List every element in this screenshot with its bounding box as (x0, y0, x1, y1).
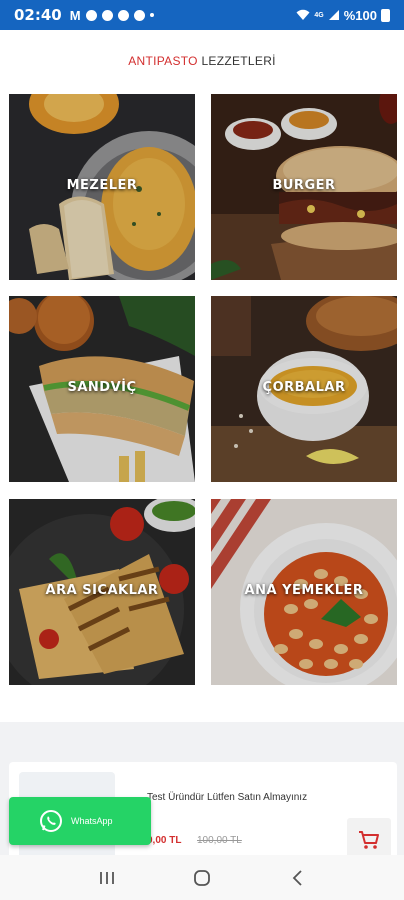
product-price: 0,00 TL (147, 835, 182, 846)
home-icon (194, 869, 210, 886)
category-label: ÇORBALAR (262, 380, 346, 395)
app-notification-icon (101, 9, 113, 21)
more-notifications-icon (149, 13, 154, 17)
battery-percent: %100 (343, 7, 377, 23)
app-notification-icon (133, 9, 145, 21)
category-tile-ara-sicaklar[interactable]: ARA SICAKLAR (9, 499, 195, 685)
status-bar: 02:40 M 4G %100 (0, 0, 404, 30)
category-label: ARA SICAKLAR (45, 583, 159, 598)
signal-icon (328, 10, 339, 20)
category-tile-corbalar[interactable]: ÇORBALAR (211, 296, 397, 482)
cart-icon (359, 831, 379, 849)
category-tile-mezeler[interactable]: MEZELER (9, 94, 195, 280)
android-nav-bar (0, 855, 404, 900)
home-button[interactable] (182, 863, 222, 893)
battery-icon (381, 8, 390, 22)
recent-apps-icon (100, 871, 115, 884)
whatsapp-button[interactable]: WhatsApp (9, 797, 151, 845)
back-icon (292, 869, 302, 886)
gmail-icon: M (69, 7, 81, 23)
recent-apps-button[interactable] (87, 863, 127, 893)
wifi-icon (296, 9, 310, 20)
network-type: 4G (314, 11, 324, 19)
category-label: BURGER (272, 178, 336, 193)
category-tile-sandvic[interactable]: SANDVİÇ (9, 296, 195, 482)
product-name: Test Üründür Lütfen Satın Almayınız (147, 792, 308, 803)
page-title: ANTIPASTO LEZZETLERİ (128, 54, 276, 68)
status-time: 02:40 (14, 6, 62, 24)
notification-icons: M (70, 8, 154, 23)
category-label: ANA YEMEKLER (244, 583, 364, 598)
whatsapp-icon (40, 810, 62, 832)
category-label: MEZELER (66, 178, 138, 193)
product-old-price: 100,00 TL (197, 835, 242, 846)
whatsapp-label: WhatsApp (71, 816, 113, 826)
app-notification-icon (117, 9, 129, 21)
app-notification-icon (85, 9, 97, 21)
category-label: SANDVİÇ (67, 380, 137, 395)
category-tile-ana-yemekler[interactable]: ANA YEMEKLER (211, 499, 397, 685)
back-button[interactable] (277, 863, 317, 893)
category-tile-burger[interactable]: BURGER (211, 94, 397, 280)
